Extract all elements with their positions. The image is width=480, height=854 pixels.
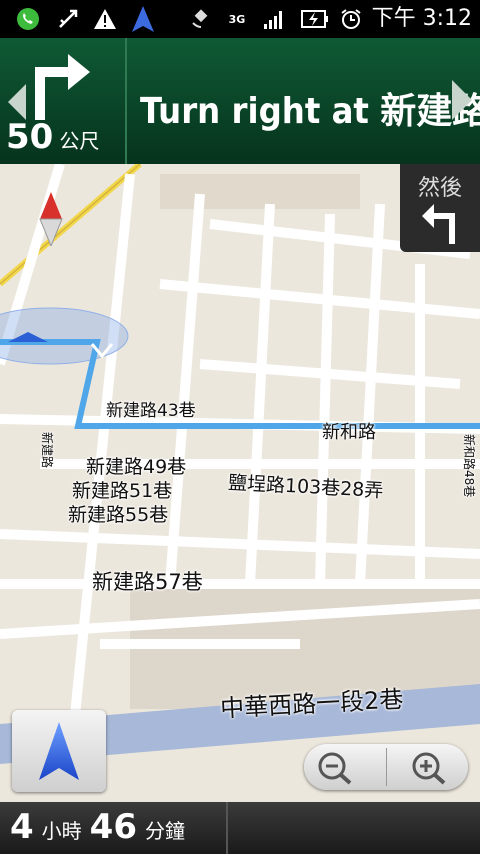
battery-charging-icon (300, 5, 330, 33)
zoom-in-button[interactable] (386, 744, 468, 790)
street-label: 新和路 (322, 422, 376, 443)
then-label: 然後 (417, 176, 462, 201)
navigation-header[interactable]: 50 公尺 Turn right at 新建路 (0, 38, 480, 164)
eta-minutes-unit: 分鐘 (145, 819, 185, 843)
street-label: 新建路55巷 (68, 504, 169, 526)
zoom-in-icon (412, 752, 446, 785)
next-step-arrow-icon[interactable] (450, 78, 474, 122)
eta-minutes: 46 (89, 807, 137, 847)
navigation-arrow-icon (39, 722, 79, 780)
turn-right-icon (35, 54, 90, 120)
prev-step-arrow-icon[interactable] (4, 82, 30, 122)
estimated-time: 4 小時 46 分鐘 (10, 810, 193, 848)
street-label: 新建路57巷 (92, 570, 203, 594)
navigation-icon (130, 5, 156, 33)
signal-icon (262, 5, 286, 33)
clock: 下午 3:12 (371, 6, 472, 31)
compass-icon[interactable] (38, 192, 64, 246)
eta-bar[interactable]: 4 小時 46 分鐘 (0, 802, 480, 854)
zoom-out-button[interactable] (304, 744, 386, 790)
zoom-controls (304, 744, 468, 790)
distance-unit: 公尺 (59, 129, 100, 153)
whatsapp-icon (14, 5, 42, 33)
street-label: 新建路49巷 (86, 456, 187, 478)
then-turn-left-icon (422, 204, 455, 244)
usb-debug-icon (54, 5, 82, 33)
zoom-out-icon (318, 752, 352, 785)
street-label: 新和路48巷 (462, 434, 476, 498)
eta-hours-unit: 小時 (41, 819, 82, 843)
distance-to-turn: 50 公尺 (6, 120, 99, 158)
map-view[interactable]: 然後 新建路43巷 新和路 新建路49巷 新建路51巷 新建路55巷 鹽埕路10… (0, 164, 480, 802)
alarm-icon (338, 5, 364, 33)
turn-indicator[interactable]: 50 公尺 (0, 38, 127, 164)
eta-hours: 4 (10, 807, 34, 847)
distance-value: 50 (6, 117, 54, 157)
street-label: 新建路51巷 (72, 480, 173, 502)
bottom-divider (226, 802, 228, 854)
navigation-mode-button[interactable] (12, 710, 106, 792)
street-label: 新建路 (40, 432, 54, 469)
3g-icon: 3G (228, 12, 246, 26)
street-label: 新建路43巷 (106, 401, 196, 421)
warning-icon (92, 5, 118, 33)
status-bar: 3G 下午 3:12 (0, 0, 480, 38)
gps-icon (188, 5, 214, 33)
then-next-turn[interactable]: 然後 (400, 164, 480, 252)
turn-instruction: Turn right at 新建路 (140, 91, 480, 132)
